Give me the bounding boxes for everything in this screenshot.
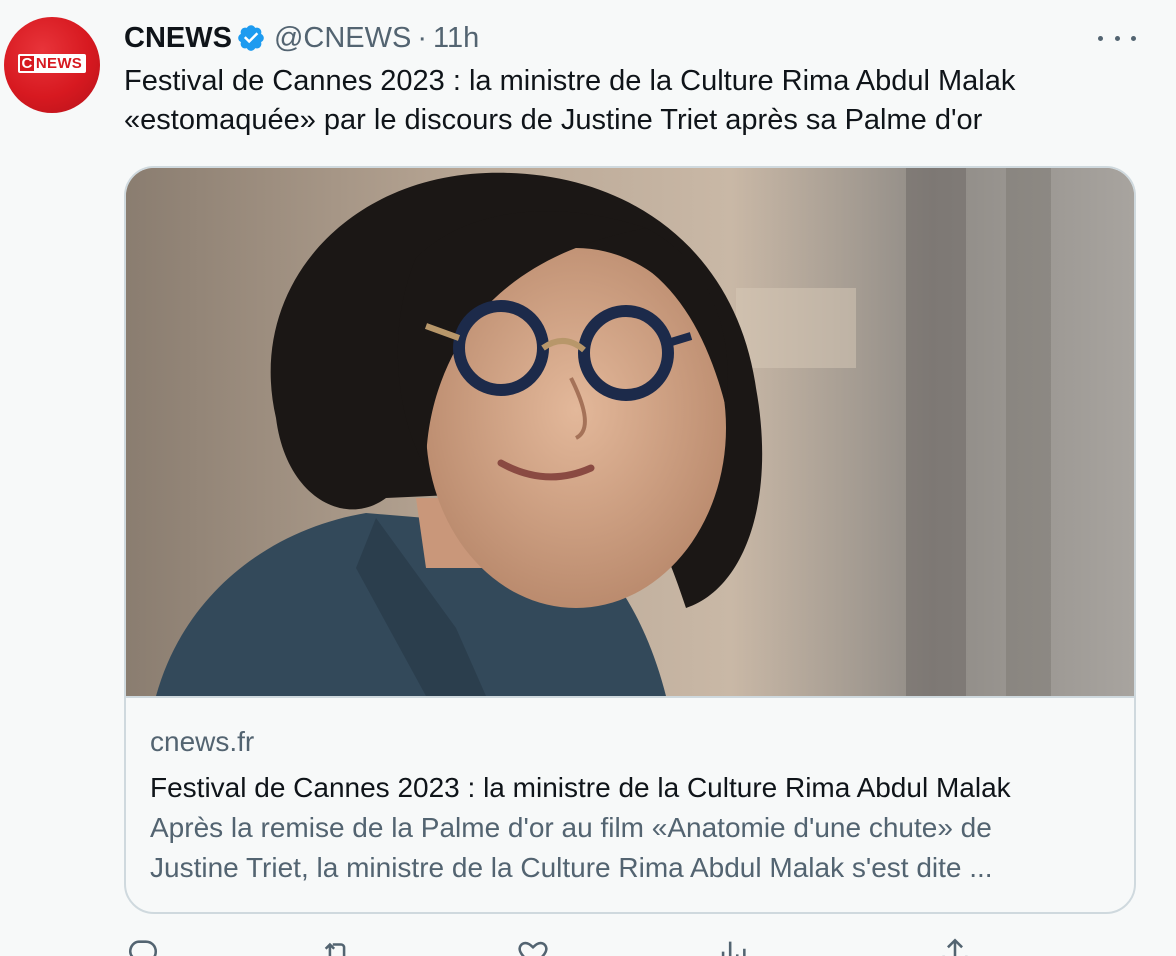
reply-button[interactable] bbox=[126, 936, 174, 956]
more-dot bbox=[1131, 35, 1136, 41]
avatar[interactable]: C NEWS bbox=[4, 17, 100, 113]
display-name[interactable]: CNEWS bbox=[124, 22, 232, 55]
tweet-actions bbox=[124, 936, 1136, 956]
reply-icon bbox=[128, 940, 158, 956]
card-meta: cnews.fr Festival de Cannes 2023 : la mi… bbox=[126, 696, 1134, 888]
cnews-logo: C NEWS bbox=[17, 53, 87, 73]
card-description-line: Après la remise de la Palme d'or au film… bbox=[150, 812, 992, 843]
more-options-icon[interactable] bbox=[1098, 26, 1136, 50]
card-image[interactable] bbox=[126, 168, 1134, 696]
share-icon bbox=[942, 938, 968, 956]
verified-badge-icon[interactable] bbox=[236, 23, 266, 53]
logo-word: NEWS bbox=[35, 54, 83, 72]
link-preview-card[interactable]: cnews.fr Festival de Cannes 2023 : la mi… bbox=[124, 166, 1136, 914]
more-dot bbox=[1114, 35, 1120, 41]
more-dot bbox=[1098, 35, 1103, 41]
tweet-text: Festival de Cannes 2023 : la ministre de… bbox=[124, 62, 1144, 140]
card-domain: cnews.fr bbox=[150, 726, 255, 757]
logo-letter: C bbox=[19, 54, 34, 72]
tweet-text-line: «estomaquée» par le discours de Justine … bbox=[124, 104, 983, 136]
user-handle[interactable]: @CNEWS bbox=[274, 22, 411, 55]
views-icon bbox=[721, 941, 746, 956]
card-title: Festival de Cannes 2023 : la ministre de… bbox=[150, 772, 1011, 803]
tweet-header: CNEWS @CNEWS · 11h bbox=[124, 18, 479, 58]
like-button[interactable] bbox=[516, 936, 564, 956]
card-description: Après la remise de la Palme d'or au film… bbox=[150, 808, 1110, 888]
retweet-icon bbox=[324, 942, 346, 956]
tweet[interactable]: C NEWS CNEWS @CNEWS · 11h Festival de Ca… bbox=[0, 0, 1176, 956]
views-button[interactable] bbox=[716, 936, 764, 956]
tweet-text-line: Festival de Cannes 2023 : la ministre de… bbox=[124, 65, 1016, 97]
share-button[interactable] bbox=[938, 936, 972, 956]
separator-dot: · bbox=[417, 21, 428, 54]
timestamp[interactable]: 11h bbox=[433, 22, 479, 55]
like-icon bbox=[518, 941, 548, 956]
retweet-button[interactable] bbox=[320, 936, 368, 956]
card-description-line: Justine Triet, la ministre de la Culture… bbox=[150, 852, 993, 883]
